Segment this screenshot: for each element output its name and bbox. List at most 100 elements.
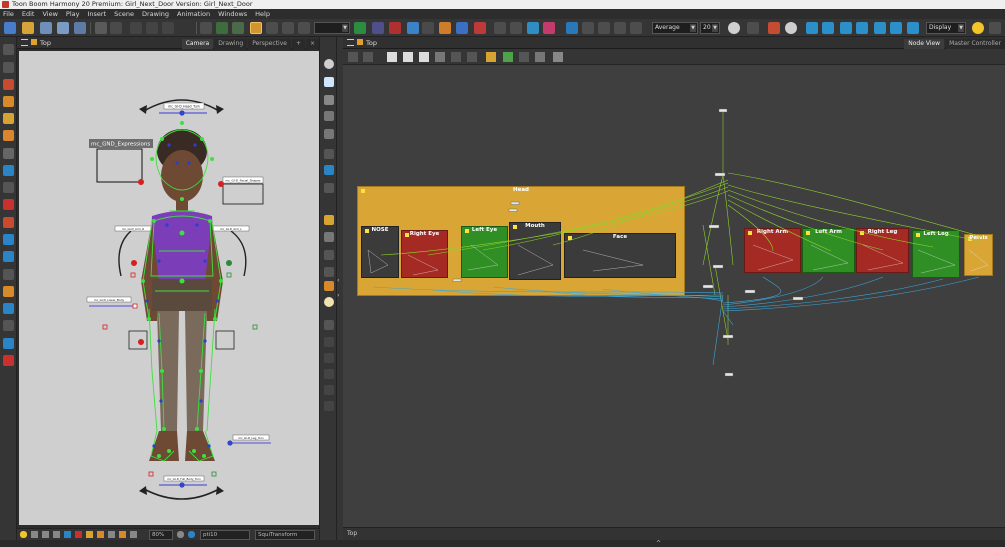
close-icon[interactable]: × — [305, 39, 319, 49]
brush-size-icon[interactable] — [324, 250, 334, 260]
pencil-tool-icon[interactable] — [3, 96, 14, 107]
grid-icon[interactable] — [266, 22, 278, 34]
matte-icon[interactable] — [75, 531, 82, 538]
lightbulb-icon[interactable] — [20, 531, 27, 538]
stack-icon[interactable] — [324, 111, 334, 121]
character-drawing[interactable] — [141, 129, 223, 461]
brush-tool-icon[interactable] — [3, 79, 14, 90]
move-node-icon[interactable] — [419, 52, 429, 62]
flip-icon[interactable] — [630, 22, 642, 34]
chain-icon[interactable] — [856, 22, 868, 34]
hip-r-handle[interactable] — [102, 324, 108, 330]
save-icon[interactable] — [40, 22, 52, 34]
facial-handle[interactable] — [218, 181, 224, 187]
grid-toggle-icon[interactable] — [42, 531, 49, 538]
layers-icon[interactable] — [324, 95, 334, 105]
hand-tool-icon[interactable] — [3, 269, 14, 280]
menu-insert[interactable]: Insert — [87, 9, 106, 19]
menu-play[interactable]: Play — [66, 9, 80, 19]
hand-l-box[interactable] — [215, 330, 235, 350]
expressions-handle[interactable] — [138, 179, 144, 185]
pencil-icon[interactable] — [97, 531, 104, 538]
blend-mode-select[interactable]: Average ▼ — [652, 22, 698, 34]
value-field[interactable]: 20 ▼ — [700, 22, 720, 34]
cutter-icon[interactable] — [3, 234, 14, 245]
frame-field[interactable]: pti10 — [200, 530, 250, 540]
palette-icon[interactable] — [543, 22, 555, 34]
reset-view-icon[interactable] — [130, 531, 137, 538]
undo-icon[interactable] — [95, 22, 107, 34]
foot-l-handle[interactable] — [211, 471, 217, 477]
contour-editor-icon[interactable] — [3, 62, 14, 73]
camera-icon[interactable] — [527, 22, 539, 34]
layer-field[interactable]: ▼ — [314, 22, 350, 34]
deformer-icon[interactable] — [372, 22, 384, 34]
menu-edit[interactable]: Edit — [22, 9, 35, 19]
distribute-icon[interactable] — [614, 22, 626, 34]
hand-r-box[interactable] — [128, 330, 148, 350]
skew-icon[interactable] — [890, 22, 902, 34]
align-right-icon[interactable] — [598, 22, 610, 34]
morph-icon[interactable] — [3, 251, 14, 262]
onion-skin-icon[interactable] — [282, 22, 294, 34]
expressions-control-box[interactable] — [96, 148, 143, 183]
menu-file[interactable]: File — [3, 9, 14, 19]
settings-icon[interactable] — [785, 22, 797, 34]
tool-c-icon[interactable] — [324, 369, 334, 379]
backdrop-icon[interactable] — [486, 52, 496, 62]
lightbulb-icon[interactable] — [972, 22, 984, 34]
tool-b-icon[interactable] — [324, 353, 334, 363]
collapse-left-icon[interactable]: ‹ — [337, 277, 339, 284]
paint-bucket-icon[interactable] — [3, 199, 14, 210]
eraser-icon[interactable] — [474, 22, 486, 34]
stack2-icon[interactable] — [324, 129, 334, 139]
curve-icon[interactable] — [494, 22, 506, 34]
panel-menu-icon[interactable] — [347, 39, 354, 46]
scale-icon[interactable] — [907, 22, 919, 34]
figure-icon[interactable] — [553, 52, 563, 62]
collapse-right-icon[interactable]: › — [337, 292, 339, 299]
arm-l-handle[interactable] — [226, 260, 232, 266]
tab-perspective[interactable]: Perspective — [248, 39, 291, 49]
pencil-green-icon[interactable] — [354, 22, 366, 34]
palette-dot-icon[interactable] — [324, 281, 334, 291]
node-library-icon[interactable] — [348, 52, 358, 62]
select-tool-icon[interactable] — [200, 22, 212, 34]
rigging-tool-icon[interactable] — [3, 286, 14, 297]
home-icon[interactable] — [31, 39, 37, 45]
paint-tool-icon[interactable] — [3, 113, 14, 124]
peg-icon[interactable] — [768, 22, 780, 34]
grid-view-icon[interactable] — [324, 149, 334, 159]
stroke-icon[interactable] — [456, 22, 468, 34]
paste-icon[interactable] — [162, 22, 174, 34]
gear-icon[interactable] — [728, 22, 740, 34]
new-scene-icon[interactable] — [4, 22, 16, 34]
light-table-icon[interactable] — [298, 22, 310, 34]
leg-slider-knob[interactable] — [227, 440, 233, 446]
lower-body-slider-knob[interactable] — [132, 303, 138, 309]
tool-d-icon[interactable] — [324, 385, 334, 395]
camera-blue-icon[interactable] — [188, 531, 195, 538]
zoom-tool-icon[interactable] — [3, 320, 14, 331]
menu-view[interactable]: View — [42, 9, 57, 19]
transform-select[interactable]: SquiTransform — [255, 530, 315, 540]
rotate-blue-icon[interactable] — [874, 22, 886, 34]
node-back-icon[interactable] — [363, 52, 373, 62]
stamp-tool-icon[interactable] — [3, 355, 14, 366]
pin-icon[interactable] — [407, 22, 419, 34]
tool-e-icon[interactable] — [324, 401, 334, 411]
import-icon[interactable] — [74, 22, 86, 34]
add-view-icon[interactable]: + — [291, 39, 305, 49]
bone-icon[interactable] — [232, 22, 244, 34]
ease-icon[interactable] — [510, 22, 522, 34]
zoom-field[interactable]: 80% — [149, 530, 173, 540]
rectangle-tool-icon[interactable] — [3, 165, 14, 176]
target-icon[interactable] — [822, 22, 834, 34]
function-icon[interactable] — [422, 22, 434, 34]
hip-l-handle[interactable] — [252, 324, 258, 330]
sphere-icon[interactable] — [324, 59, 334, 69]
frame-icon[interactable] — [250, 22, 262, 34]
onion-icon[interactable] — [119, 531, 126, 538]
arm-r-square-handle[interactable] — [130, 272, 136, 278]
disable-icon[interactable] — [451, 52, 461, 62]
